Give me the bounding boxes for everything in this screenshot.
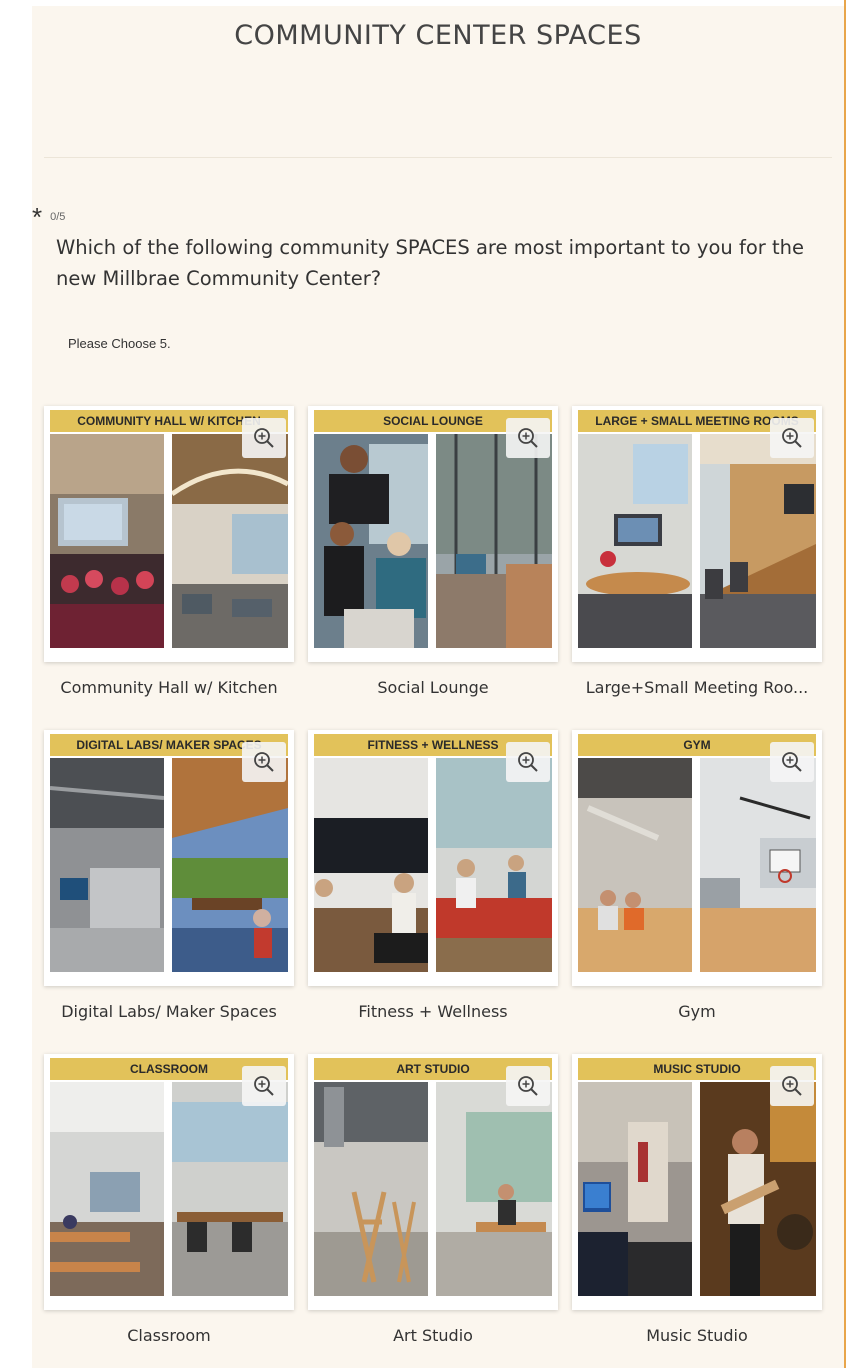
zoom-in-icon	[518, 752, 538, 772]
required-marker: *	[32, 202, 43, 232]
zoom-in-icon	[254, 1076, 274, 1096]
question-text: Which of the following community SPACES …	[56, 236, 804, 290]
section-title: COMMUNITY CENTER SPACES	[234, 20, 642, 51]
zoom-in-icon	[782, 428, 802, 448]
zoom-in-button[interactable]	[506, 1066, 550, 1106]
option-photo-left	[314, 434, 428, 648]
section-divider	[44, 157, 832, 158]
zoom-in-icon	[518, 1076, 538, 1096]
option-label[interactable]: Fitness + Wellness	[298, 1002, 568, 1021]
option-photo-right	[700, 758, 816, 972]
option-card-digital-labs[interactable]: DIGITAL LABS/ MAKER SPACES	[44, 730, 294, 986]
zoom-in-icon	[254, 428, 274, 448]
zoom-in-button[interactable]	[506, 742, 550, 782]
option-photo-right	[172, 1082, 288, 1296]
option-label[interactable]: Classroom	[34, 1326, 304, 1345]
zoom-in-button[interactable]	[242, 418, 286, 458]
option-photo-right	[172, 758, 288, 972]
option-photo-left	[578, 1082, 692, 1296]
zoom-in-button[interactable]	[770, 1066, 814, 1106]
option-label[interactable]: Music Studio	[562, 1326, 832, 1345]
option-card-social-lounge[interactable]: SOCIAL LOUNGE	[308, 406, 558, 662]
option-card-gym[interactable]: GYM	[572, 730, 822, 986]
selection-count: 0/5	[50, 211, 66, 223]
option-photo-left	[50, 758, 164, 972]
option-card-music-studio[interactable]: MUSIC STUDIO	[572, 1054, 822, 1310]
option-label[interactable]: Gym	[562, 1002, 832, 1021]
zoom-in-button[interactable]	[770, 418, 814, 458]
option-photo-left	[50, 1082, 164, 1296]
zoom-in-button[interactable]	[242, 1066, 286, 1106]
option-card-classroom[interactable]: CLASSROOM	[44, 1054, 294, 1310]
option-photo-right	[172, 434, 288, 648]
question-meta: * 0/5	[32, 204, 65, 230]
zoom-in-icon	[254, 752, 274, 772]
option-label[interactable]: Large+Small Meeting Roo...	[562, 678, 832, 697]
zoom-in-button[interactable]	[242, 742, 286, 782]
zoom-in-icon	[782, 1076, 802, 1096]
option-photo-right	[436, 1082, 552, 1296]
zoom-in-button[interactable]	[506, 418, 550, 458]
zoom-in-icon	[518, 428, 538, 448]
option-photo-right	[700, 1082, 816, 1296]
option-label[interactable]: Art Studio	[298, 1326, 568, 1345]
option-photo-right	[700, 434, 816, 648]
option-card-meeting-rooms[interactable]: LARGE + SMALL MEETING ROOMS	[572, 406, 822, 662]
option-label[interactable]: Digital Labs/ Maker Spaces	[34, 1002, 304, 1021]
option-photo-left	[578, 758, 692, 972]
option-card-art-studio[interactable]: ART STUDIO	[308, 1054, 558, 1310]
option-label[interactable]: Social Lounge	[298, 678, 568, 697]
zoom-in-icon	[782, 752, 802, 772]
question-instruction: Please Choose 5.	[68, 336, 171, 351]
option-card-fitness[interactable]: FITNESS + WELLNESS	[308, 730, 558, 986]
survey-page: COMMUNITY CENTER SPACES * 0/5 Which of t…	[32, 6, 844, 1368]
option-photo-left	[50, 434, 164, 648]
option-photo-right	[436, 758, 552, 972]
option-label[interactable]: Community Hall w/ Kitchen	[34, 678, 304, 697]
page-right-border	[844, 0, 846, 1368]
option-photo-right	[436, 434, 552, 648]
option-photo-left	[314, 1082, 428, 1296]
option-photo-left	[314, 758, 428, 972]
option-card-community-hall[interactable]: COMMUNITY HALL W/ KITCHEN	[44, 406, 294, 662]
zoom-in-button[interactable]	[770, 742, 814, 782]
option-photo-left	[578, 434, 692, 648]
